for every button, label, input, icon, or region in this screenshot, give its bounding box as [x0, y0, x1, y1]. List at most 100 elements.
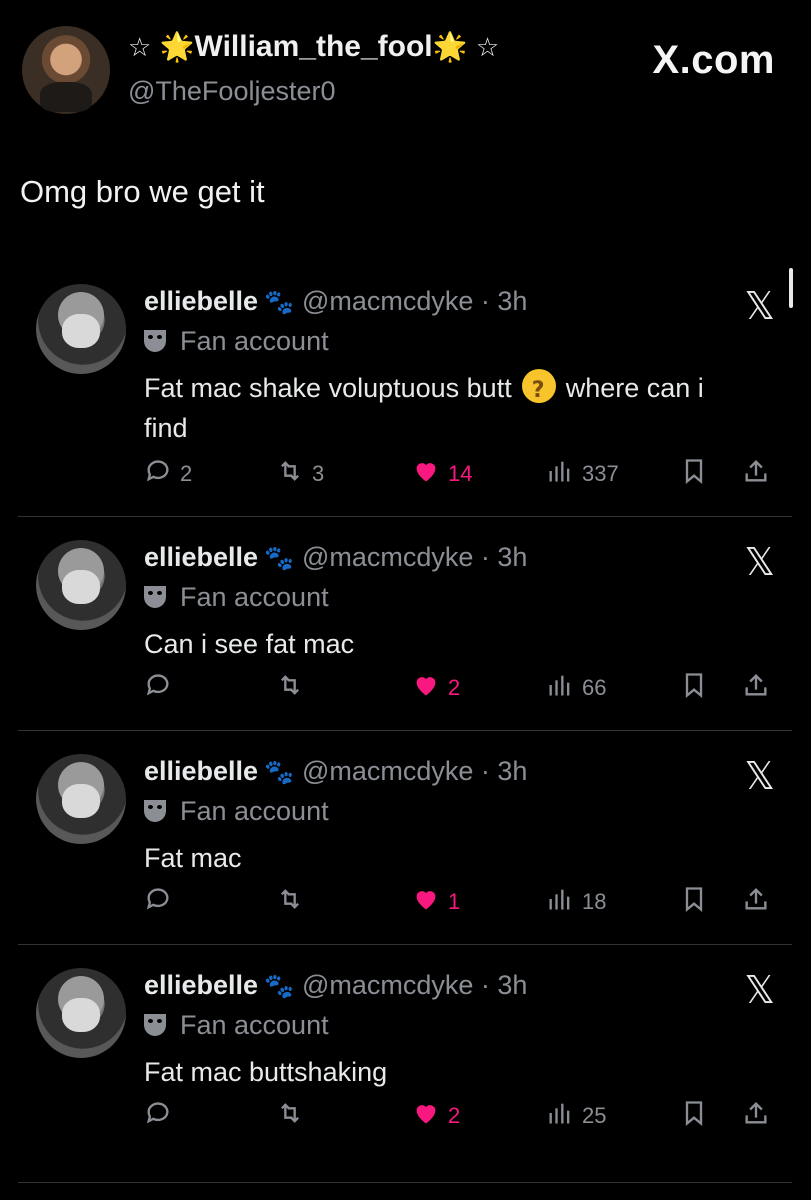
reply-text: Fat mac	[144, 838, 744, 878]
reply-button[interactable]: 2	[144, 457, 192, 491]
like-button[interactable]: 2	[412, 1099, 460, 1133]
author-display-name[interactable]: ☆ 🌟William_the_fool🌟 ☆	[128, 30, 499, 64]
reply-bubble-icon	[144, 885, 172, 919]
reply-text-part: Fat mac buttshaking	[144, 1057, 388, 1087]
share-upload-icon	[742, 1099, 770, 1133]
bookmark-button[interactable]	[680, 671, 708, 705]
like-button[interactable]: 14	[412, 457, 472, 491]
bookmark-button[interactable]	[680, 457, 708, 491]
reply-avatar[interactable]	[36, 754, 126, 844]
reply-button[interactable]	[144, 671, 180, 705]
reply-bubble-icon	[144, 457, 172, 491]
reply-button[interactable]	[144, 1099, 180, 1133]
glowing-star-icon: 🌟	[159, 30, 195, 63]
views-button[interactable]: 337	[546, 457, 619, 491]
bookmark-icon	[680, 671, 708, 705]
like-count: 2	[448, 675, 461, 700]
reply-handle-time: @macmcdyke · 3h	[301, 542, 528, 572]
bookmark-button[interactable]	[680, 885, 708, 919]
views-count: 25	[582, 1103, 607, 1128]
views-bars-icon	[546, 671, 574, 705]
heart-icon	[412, 1099, 440, 1133]
reply-text-part: Fat mac	[144, 843, 242, 873]
share-button[interactable]	[742, 457, 770, 491]
author-handle[interactable]: @TheFooljester0	[128, 76, 336, 107]
repost-button[interactable]: 3	[276, 457, 324, 491]
views-count: 66	[582, 675, 607, 700]
paw-prints-icon: 🐾	[264, 288, 294, 316]
x-logo-icon[interactable]: 𝕏	[744, 754, 775, 798]
share-button[interactable]	[742, 885, 770, 919]
reply-author[interactable]: elliebelle 🐾 @macmcdyke · 3h	[144, 756, 527, 787]
reply-author-name: elliebelle	[144, 286, 259, 316]
reply-avatar[interactable]	[36, 284, 126, 374]
x-logo-icon[interactable]: 𝕏	[744, 968, 775, 1012]
badge-label: Fan account	[180, 326, 329, 356]
like-button[interactable]: 2	[412, 671, 460, 705]
views-bars-icon	[546, 457, 574, 491]
fan-account-badge: Fan account	[144, 796, 329, 827]
brand-watermark: X.com	[652, 38, 775, 82]
mask-icon	[144, 586, 166, 608]
reply-text-part: Can i see fat mac	[144, 629, 355, 659]
author-avatar[interactable]	[22, 26, 110, 114]
fan-account-badge: Fan account	[144, 326, 329, 357]
reply-avatar[interactable]	[36, 968, 126, 1058]
reply-bubble-icon	[144, 671, 172, 705]
reply-actions: 2 3 14 337	[0, 457, 811, 497]
reply-actions: 2 66	[0, 671, 811, 711]
reply-handle-time: @macmcdyke · 3h	[301, 286, 528, 316]
views-bars-icon	[546, 1099, 574, 1133]
bookmark-icon	[680, 885, 708, 919]
author-name-text: William_the_fool	[194, 30, 433, 63]
views-count: 337	[582, 461, 619, 486]
reply-actions: 2 25	[0, 1099, 811, 1139]
bookmark-button[interactable]	[680, 1099, 708, 1133]
repost-arrows-icon	[276, 1099, 304, 1133]
views-button[interactable]: 18	[546, 885, 606, 919]
reply-author[interactable]: elliebelle 🐾 @macmcdyke · 3h	[144, 286, 527, 317]
quote-header: ☆ 🌟William_the_fool🌟 ☆ @TheFooljester0 X…	[0, 0, 811, 130]
repost-button[interactable]	[276, 1099, 312, 1133]
repost-button[interactable]	[276, 671, 312, 705]
reply-handle-time: @macmcdyke · 3h	[301, 970, 528, 1000]
star-outline-icon: ☆	[128, 33, 152, 63]
reply-text-part: Fat mac shake voluptuous butt	[144, 373, 512, 403]
reply-bubble-icon	[144, 1099, 172, 1133]
like-count: 2	[448, 1103, 461, 1128]
share-upload-icon	[742, 671, 770, 705]
heart-icon	[412, 885, 440, 919]
repost-arrows-icon	[276, 457, 304, 491]
reply-author[interactable]: elliebelle 🐾 @macmcdyke · 3h	[144, 542, 527, 573]
reply-author[interactable]: elliebelle 🐾 @macmcdyke · 3h	[144, 970, 527, 1001]
reply-handle-time: @macmcdyke · 3h	[301, 756, 528, 786]
views-bars-icon	[546, 885, 574, 919]
share-button[interactable]	[742, 671, 770, 705]
mask-icon	[144, 800, 166, 822]
badge-label: Fan account	[180, 796, 329, 826]
views-button[interactable]: 66	[546, 671, 606, 705]
reply-button[interactable]	[144, 885, 180, 919]
x-logo-icon[interactable]: 𝕏	[744, 540, 775, 584]
reply-count: 2	[180, 461, 193, 486]
paw-prints-icon: 🐾	[264, 544, 294, 572]
like-count: 14	[448, 461, 473, 486]
divider	[18, 730, 792, 731]
quote-text: Omg bro we get it	[20, 174, 265, 209]
mask-icon	[144, 330, 166, 352]
share-upload-icon	[742, 885, 770, 919]
reply-avatar[interactable]	[36, 540, 126, 630]
like-button[interactable]: 1	[412, 885, 460, 919]
mask-icon	[144, 1014, 166, 1036]
reply-author-name: elliebelle	[144, 970, 259, 1000]
divider	[18, 516, 792, 517]
reply-text: Fat mac buttshaking	[144, 1052, 744, 1092]
fan-account-badge: Fan account	[144, 1010, 329, 1041]
x-logo-icon[interactable]: 𝕏	[744, 284, 775, 328]
share-button[interactable]	[742, 1099, 770, 1133]
repost-arrows-icon	[276, 671, 304, 705]
thinking-face-emoji	[521, 369, 556, 411]
views-button[interactable]: 25	[546, 1099, 606, 1133]
repost-button[interactable]	[276, 885, 312, 919]
reply-tweet[interactable]: elliebelle 🐾 @macmcdyke · 3h Fan account Fat…	[0, 284, 811, 484]
